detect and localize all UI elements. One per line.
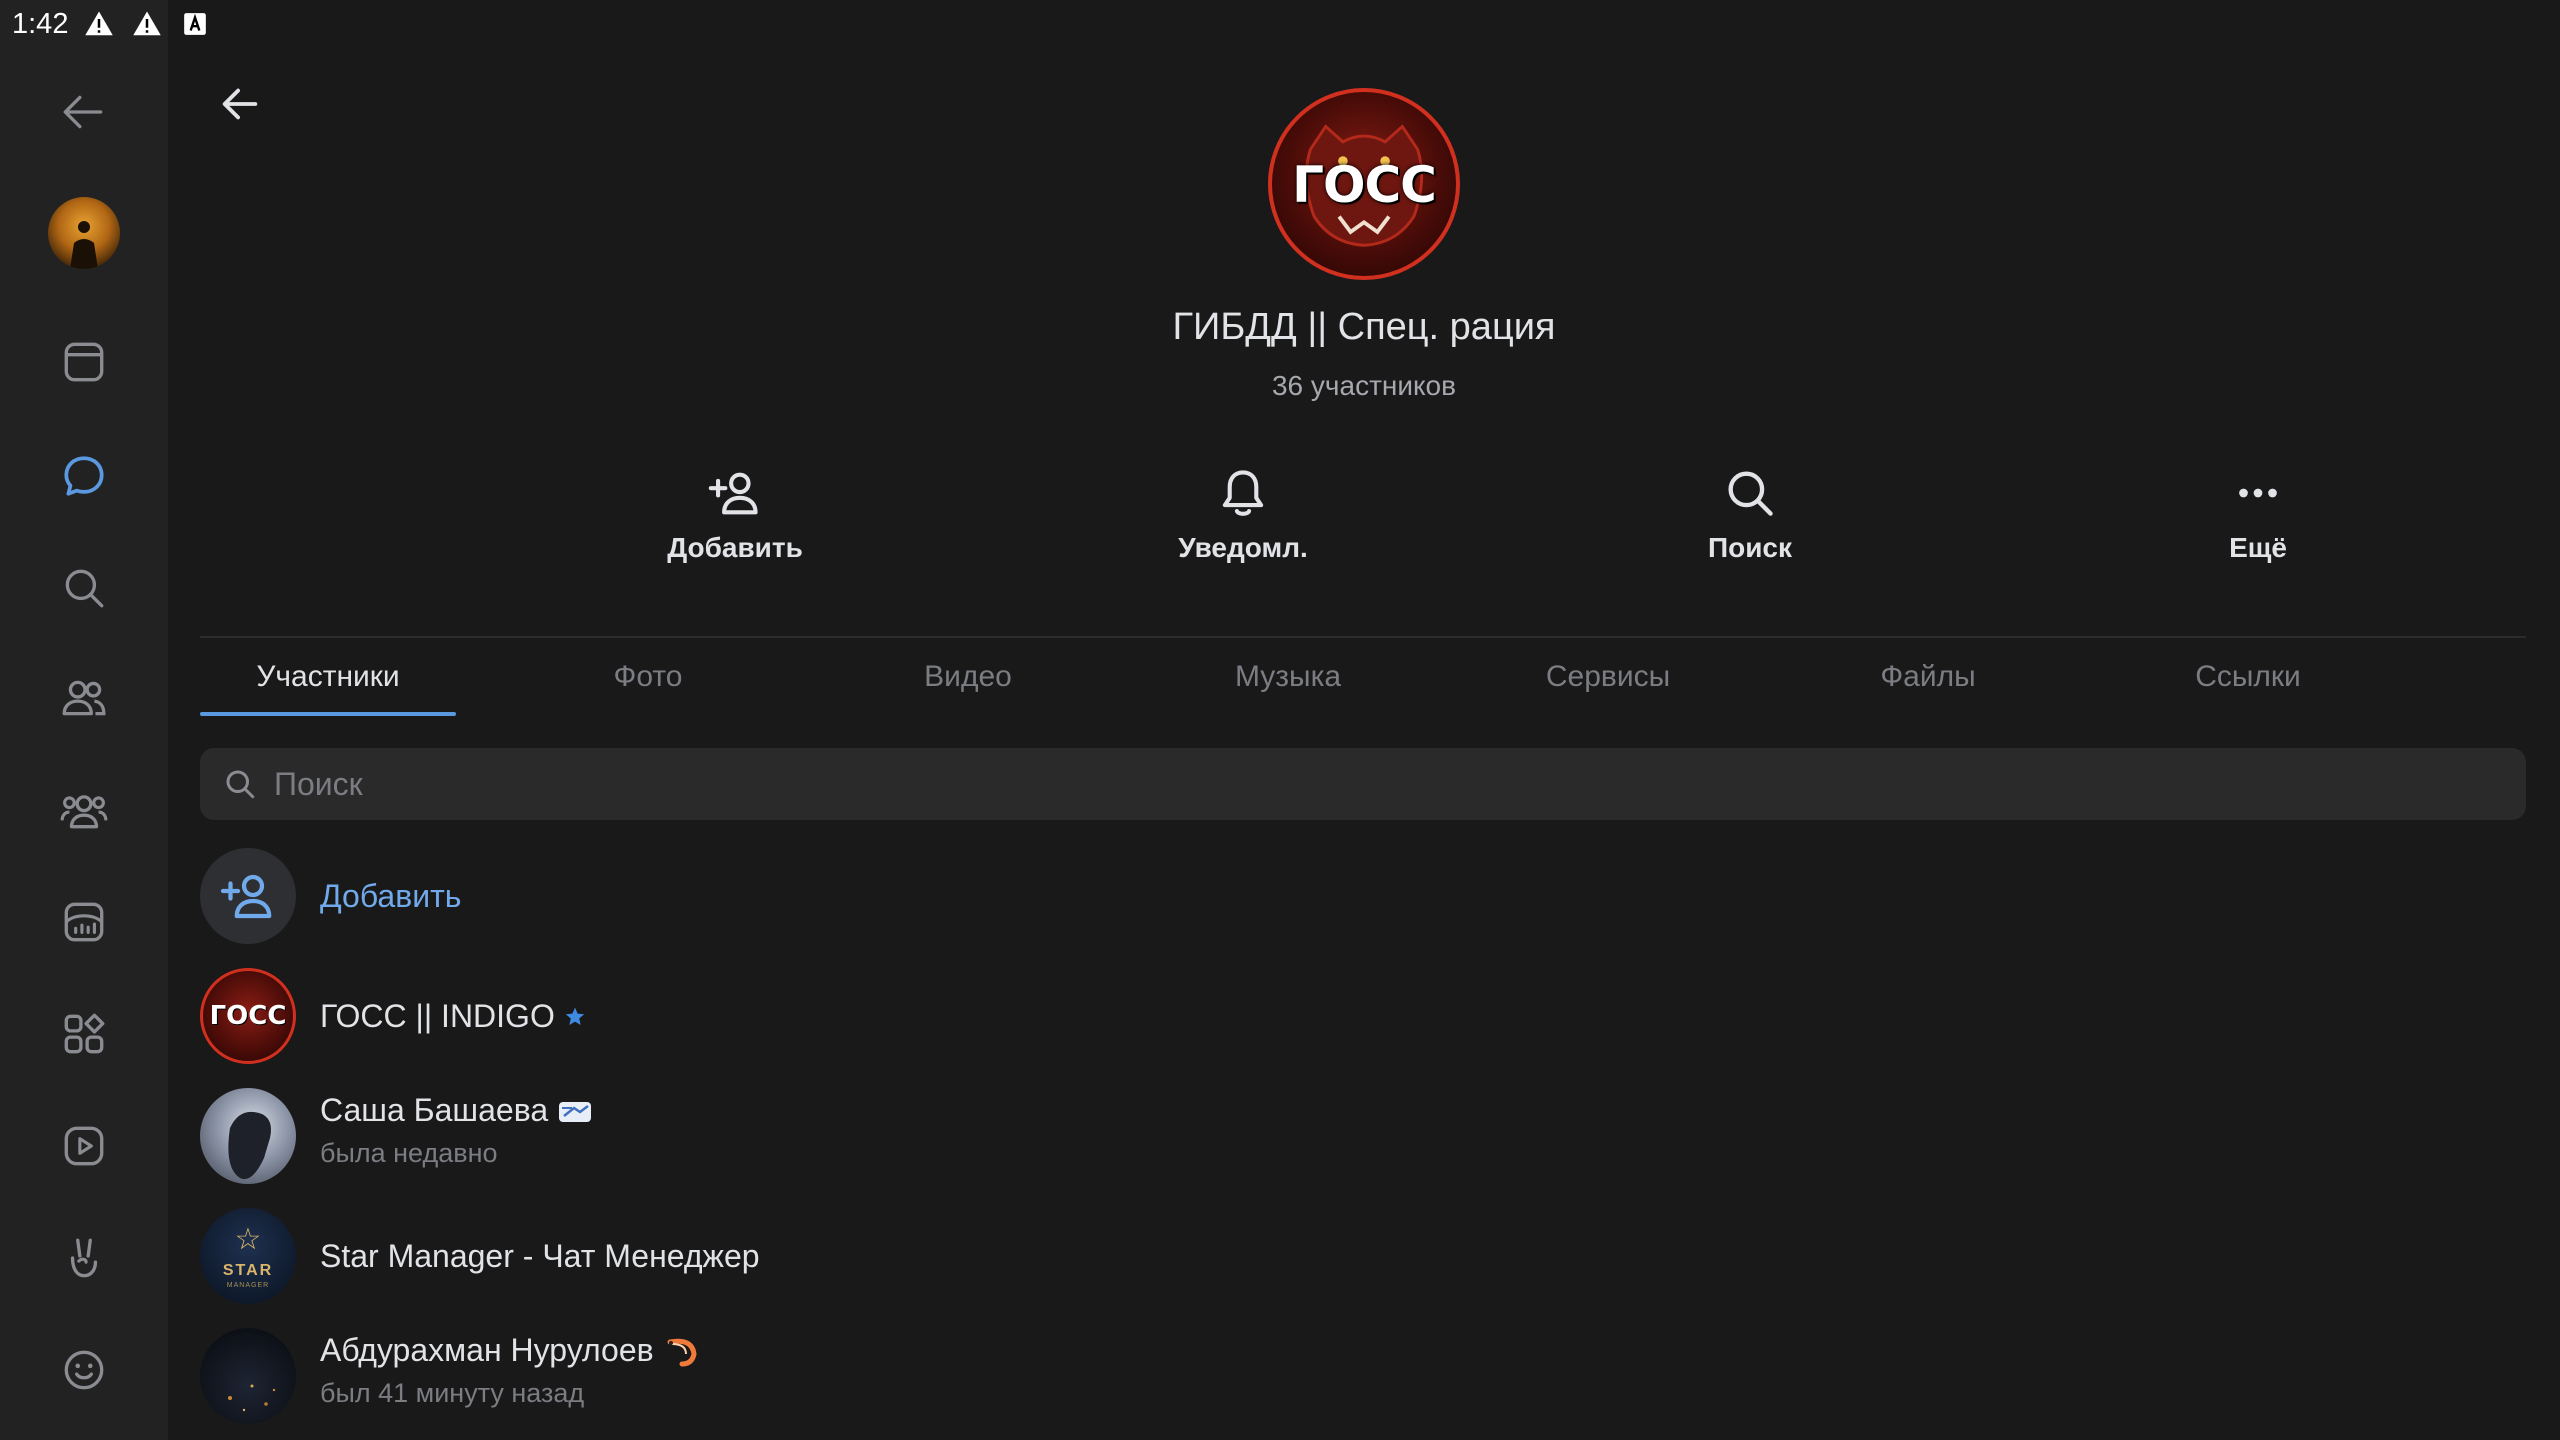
add-user-icon (220, 874, 272, 919)
tab-services[interactable]: Сервисы (1480, 660, 1736, 718)
avatar-logo-text: STAR (222, 1262, 274, 1279)
rail-item-feed[interactable] (44, 322, 124, 402)
avatar-photo-icon (228, 1111, 271, 1180)
rail-item-clips[interactable] (44, 882, 124, 962)
member-name-row: Абдурахман Нурулоев (320, 1332, 700, 1369)
search-action-button[interactable]: Поиск (1600, 464, 1900, 588)
list-item[interactable]: Саша Башаева была недавно (200, 1088, 2526, 1188)
member-name-row: ГОСС || INDIGO (320, 998, 587, 1035)
list-item[interactable]: ГОСС ГОСС || INDIGO (200, 968, 2526, 1068)
rail-item-video[interactable] (44, 1106, 124, 1186)
keyboard-a-icon (178, 7, 212, 41)
divider (200, 636, 2526, 638)
peace-hand-icon (70, 1238, 98, 1278)
avatar-photo-icon (228, 1384, 276, 1412)
rail-item-services[interactable] (44, 994, 124, 1074)
warning-icon (130, 7, 164, 41)
warning-icon (82, 7, 116, 41)
avatar-logo-subtext: MANAGER (226, 1282, 270, 1289)
group-avatar[interactable]: ГОСС (1268, 88, 1460, 280)
back-button[interactable] (212, 76, 268, 132)
navigation-rail (0, 0, 168, 1440)
stats-board-icon (64, 902, 104, 942)
arrow-left-icon (63, 95, 103, 129)
group-title: ГИБДД || Спец. рация (1172, 306, 1556, 348)
apps-grid-icon (64, 1013, 105, 1054)
add-member-row[interactable]: Добавить (200, 848, 2526, 948)
tab-files[interactable]: Файлы (1800, 660, 2056, 718)
member-search-input[interactable] (274, 765, 2474, 803)
star-badge-icon (563, 1005, 587, 1029)
active-tab-indicator (200, 712, 456, 716)
group-logo-text: ГОСС (1292, 156, 1437, 214)
status-time: 1:42 (12, 7, 69, 40)
rail-item-stickers[interactable] (44, 1330, 124, 1410)
member-name: Star Manager - Чат Менеджер (320, 1238, 760, 1274)
rail-back-button[interactable] (44, 72, 124, 152)
rail-item-messages[interactable] (44, 436, 124, 516)
more-action-button[interactable]: Ещё (2108, 464, 2408, 588)
group-actions: Добавить Уведомл. Поиск Ещё (200, 464, 2287, 588)
profile-avatar[interactable] (48, 197, 120, 269)
avatar (200, 1088, 296, 1184)
tab-music[interactable]: Музыка (1160, 660, 1416, 718)
tab-members[interactable]: Участники (200, 660, 456, 718)
action-label: Уведомл. (1178, 532, 1308, 563)
rail-item-games[interactable] (44, 1218, 124, 1298)
add-member-avatar (200, 848, 296, 944)
tab-photos[interactable]: Фото (520, 660, 776, 718)
avatar-logo-text: ГОСС (209, 1001, 287, 1031)
notifications-action-button[interactable]: Уведомл. (1093, 464, 1393, 588)
tab-links[interactable]: Ссылки (2120, 660, 2376, 718)
member-search (200, 748, 2526, 820)
feed-icon (64, 342, 104, 382)
search-icon (1728, 471, 1773, 516)
action-label: Ещё (2229, 532, 2287, 563)
add-member-action-button[interactable]: Добавить (585, 464, 885, 588)
avatar: ГОСС (200, 968, 296, 1064)
list-item[interactable]: ☆ STAR MANAGER Star Manager - Чат Менедж… (200, 1208, 2526, 1308)
shrimp-badge-icon (662, 1334, 700, 1368)
arrow-left-icon (222, 88, 258, 120)
tab-videos[interactable]: Видео (840, 660, 1096, 718)
more-icon (2239, 488, 2277, 498)
avatar (200, 1328, 296, 1424)
group-info-panel: ГОСС ГИБДД || Спец. рация 36 участников … (168, 0, 2560, 1440)
add-member-label: Добавить (320, 878, 462, 914)
list-item[interactable]: Абдурахман Нурулоев был 41 минуту назад (200, 1328, 2526, 1428)
action-label: Поиск (1707, 532, 1793, 563)
member-name-row: Саша Башаева (320, 1092, 594, 1129)
star-icon: ☆ (234, 1223, 262, 1256)
rail-item-communities[interactable] (44, 770, 124, 850)
member-status: был 41 минуту назад (320, 1378, 585, 1408)
communities-icon (60, 795, 108, 829)
friends-icon (62, 680, 106, 716)
member-status: была недавно (320, 1138, 498, 1168)
avatar-silhouette-icon (70, 221, 98, 269)
search-icon (65, 569, 104, 608)
video-icon (64, 1126, 104, 1166)
member-name: Абдурахман Нурулоев (320, 1332, 654, 1368)
status-bar: 1:42 (0, 0, 2560, 48)
avatar: ☆ STAR MANAGER (200, 1208, 296, 1304)
chat-bubble-icon (64, 456, 104, 496)
member-name: Саша Башаева (320, 1092, 549, 1128)
rail-item-friends[interactable] (44, 658, 124, 738)
tab-bar: Участники Фото Видео Музыка Сервисы Файл… (200, 660, 2526, 718)
member-name: ГОСС || INDIGO (320, 998, 555, 1034)
bell-icon (1222, 470, 1264, 516)
add-user-icon (708, 472, 758, 515)
smile-icon (64, 1350, 104, 1390)
group-member-count[interactable]: 36 участников (168, 370, 2560, 402)
rail-item-search[interactable] (44, 548, 124, 628)
action-label: Добавить (667, 532, 803, 563)
cloud-badge-icon (556, 1094, 594, 1128)
search-icon (226, 770, 255, 799)
